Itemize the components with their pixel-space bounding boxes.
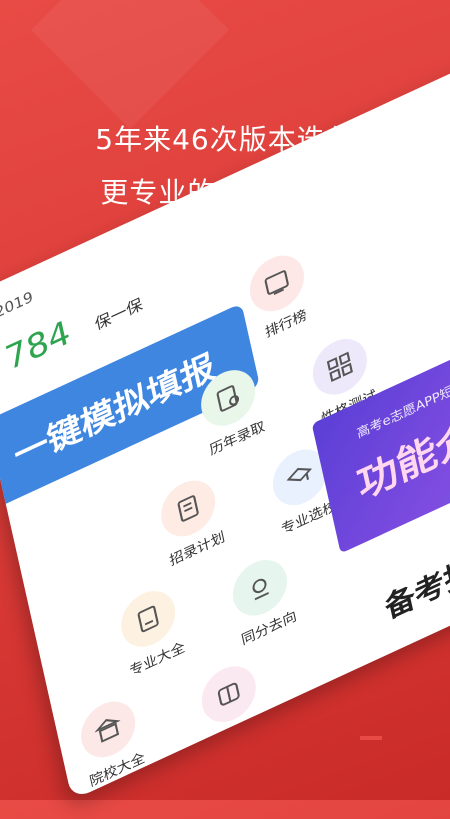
feature-college-list[interactable]: 院校大全 bbox=[75, 692, 146, 791]
phone-mockup: 2019 784 保一保 一键模拟填报 排行榜 历年录取 性格测试 bbox=[0, 47, 450, 819]
background-diamond bbox=[31, 0, 229, 129]
feature-same-score[interactable]: 同分去向 bbox=[227, 550, 298, 649]
feature-ranking[interactable]: 排行榜 bbox=[244, 246, 314, 345]
page-indicator bbox=[360, 736, 382, 740]
college-pk-icon bbox=[196, 657, 261, 732]
score-value: 784 bbox=[1, 312, 74, 380]
feature-plan[interactable]: 招录计划 bbox=[155, 471, 226, 570]
feature-major-list[interactable]: 专业大全 bbox=[115, 581, 186, 680]
score-label: 保一保 bbox=[93, 294, 145, 334]
feature-college-pk[interactable]: 院校专业PK bbox=[187, 653, 276, 760]
app-screen: 2019 784 保一保 一键模拟填报 排行榜 历年录取 性格测试 bbox=[0, 56, 450, 801]
year-label: 2019 bbox=[0, 287, 35, 322]
